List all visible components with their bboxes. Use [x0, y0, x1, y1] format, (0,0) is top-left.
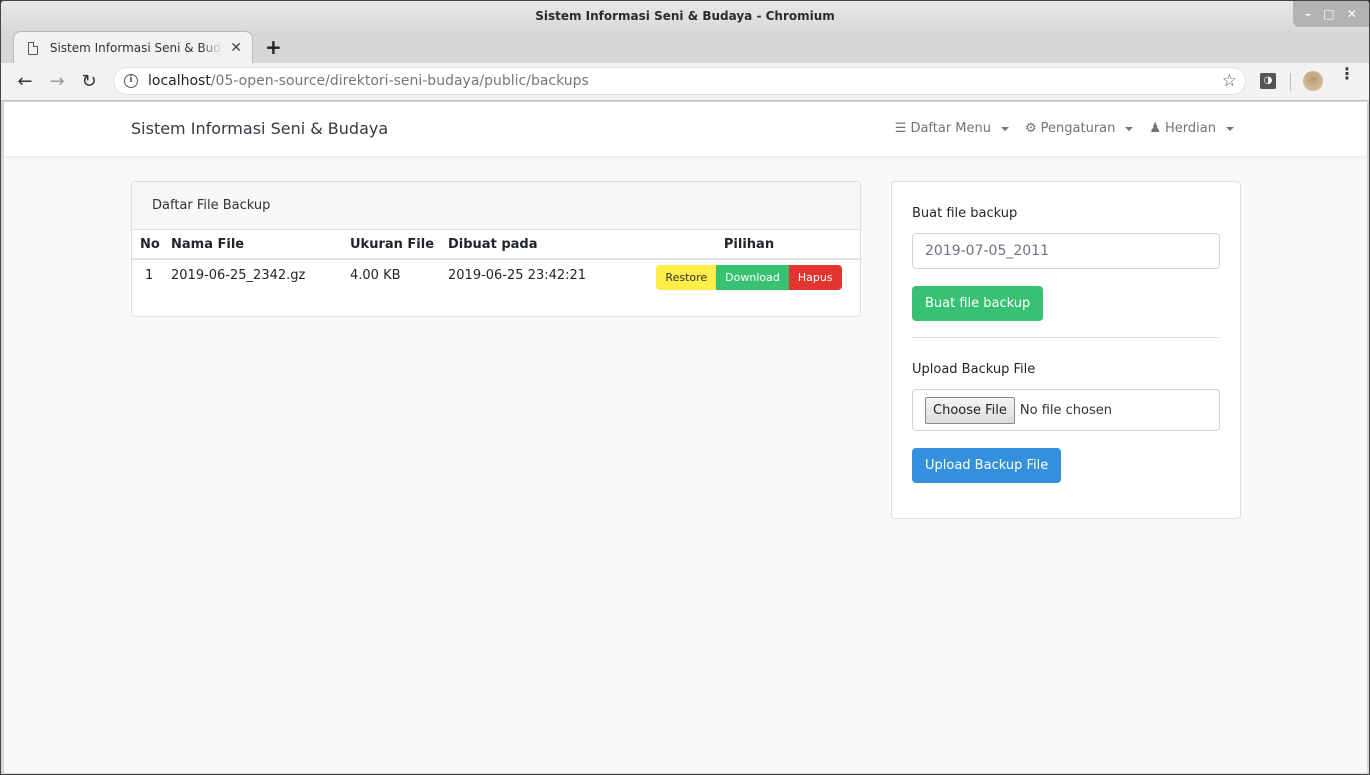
backup-actions-card: Buat file backup 2019-07-05_2011 Buat fi… — [891, 181, 1241, 519]
url-path: /05-open-source/direktori-seni-budaya/pu… — [210, 73, 589, 89]
app-navbar: Sistem Informasi Seni & Budaya ☰ Daftar … — [4, 102, 1367, 157]
nav-label: Daftar Menu — [910, 121, 991, 136]
toolbar-divider — [1290, 73, 1291, 91]
create-backup-label: Buat file backup — [912, 206, 1018, 221]
minimize-button[interactable]: – — [1305, 8, 1311, 20]
title-bar: Sistem Informasi Seni & Budaya - Chromiu… — [1, 1, 1369, 31]
action-button-group: Restore Download Hapus — [656, 265, 842, 290]
caret-down-icon — [1226, 126, 1234, 131]
nav-label: Pengaturan — [1040, 121, 1116, 136]
col-header-no: No — [132, 230, 171, 260]
col-header-options: Pilihan — [638, 230, 860, 260]
info-icon[interactable]: i — [124, 74, 138, 88]
section-divider — [912, 337, 1220, 338]
url-host: localhost — [148, 73, 211, 89]
upload-backup-button[interactable]: Upload Backup File — [912, 448, 1062, 483]
nav-pengaturan[interactable]: ⚙ Pengaturan — [1025, 121, 1134, 136]
browser-tab[interactable]: Sistem Informasi Seni & Budaya ✕ — [13, 31, 253, 64]
row-file-name: 2019-06-25_2342.gz — [171, 268, 306, 283]
reload-button[interactable]: ↻ — [73, 71, 105, 92]
extension-lightbulb-icon[interactable]: ◑ — [1260, 73, 1276, 89]
navbar-menu: ☰ Daftar Menu ⚙ Pengaturan ♟ Herdian — [895, 121, 1234, 136]
col-header-name: Nama File — [171, 230, 350, 260]
browser-window: Sistem Informasi Seni & Budaya - Chromiu… — [0, 0, 1370, 775]
create-backup-button[interactable]: Buat file backup — [912, 286, 1044, 321]
backup-name-input[interactable]: 2019-07-05_2011 — [912, 233, 1220, 269]
row-no: 1 — [145, 268, 154, 283]
profile-avatar[interactable] — [1303, 71, 1323, 91]
restore-button[interactable]: Restore — [656, 265, 717, 290]
cogs-icon: ⚙ — [1025, 121, 1037, 136]
tab-close-icon[interactable]: ✕ — [230, 40, 242, 56]
nav-label: Herdian — [1165, 121, 1216, 136]
backup-file-input[interactable]: Choose File No file chosen — [912, 389, 1220, 431]
caret-down-icon — [1125, 126, 1134, 131]
table-header-row: No Nama File Ukuran File Dibuat pada Pil… — [132, 230, 860, 260]
nav-daftar-menu[interactable]: ☰ Daftar Menu — [895, 121, 1009, 136]
tab-strip: Sistem Informasi Seni & Budaya ✕ + — [1, 31, 1369, 64]
web-page: Sistem Informasi Seni & Budaya ☰ Daftar … — [4, 102, 1367, 773]
tab-title: Sistem Informasi Seni & Budaya — [49, 41, 222, 55]
back-button[interactable]: ← — [9, 71, 41, 92]
row-created-at: 2019-06-25 23:42:21 — [448, 268, 587, 283]
row-file-size: 4.00 KB — [350, 268, 401, 283]
browser-toolbar: ← → ↻ i localhost/05-open-source/direkto… — [1, 63, 1369, 101]
close-window-button[interactable]: ✕ — [1347, 8, 1357, 20]
forward-button[interactable]: → — [41, 71, 73, 92]
window-controls: – □ ✕ — [1293, 1, 1369, 27]
delete-button[interactable]: Hapus — [788, 265, 842, 290]
backup-table: No Nama File Ukuran File Dibuat pada Pil… — [132, 230, 860, 298]
app-brand[interactable]: Sistem Informasi Seni & Budaya — [131, 119, 388, 138]
nav-user[interactable]: ♟ Herdian — [1149, 121, 1234, 136]
new-tab-button[interactable]: + — [265, 35, 282, 59]
maximize-button[interactable]: □ — [1323, 8, 1334, 20]
col-header-created: Dibuat pada — [448, 230, 638, 260]
upload-backup-label: Upload Backup File — [912, 362, 1036, 377]
download-button[interactable]: Download — [716, 265, 789, 290]
page-icon — [28, 41, 38, 55]
no-file-chosen-text: No file chosen — [1019, 402, 1112, 418]
backup-list-card: Daftar File Backup No Nama File Ukuran F… — [131, 181, 861, 317]
caret-down-icon — [1001, 126, 1009, 131]
bookmark-star-icon[interactable]: ☆ — [1222, 71, 1237, 91]
bars-icon: ☰ — [894, 121, 907, 136]
col-header-size: Ukuran File — [350, 230, 448, 260]
user-icon: ♟ — [1149, 121, 1162, 136]
window-title: Sistem Informasi Seni & Budaya - Chromiu… — [535, 9, 835, 23]
choose-file-button[interactable]: Choose File — [925, 396, 1015, 424]
table-row: 1 2019-06-25_2342.gz 4.00 KB 2019-06-25 … — [132, 259, 860, 298]
address-bar[interactable]: i localhost/05-open-source/direktori-sen… — [113, 67, 1246, 95]
browser-menu-icon[interactable]: ⋮ — [1339, 66, 1355, 82]
card-title: Daftar File Backup — [132, 182, 860, 230]
row-actions: Restore Download Hapus — [638, 259, 860, 298]
